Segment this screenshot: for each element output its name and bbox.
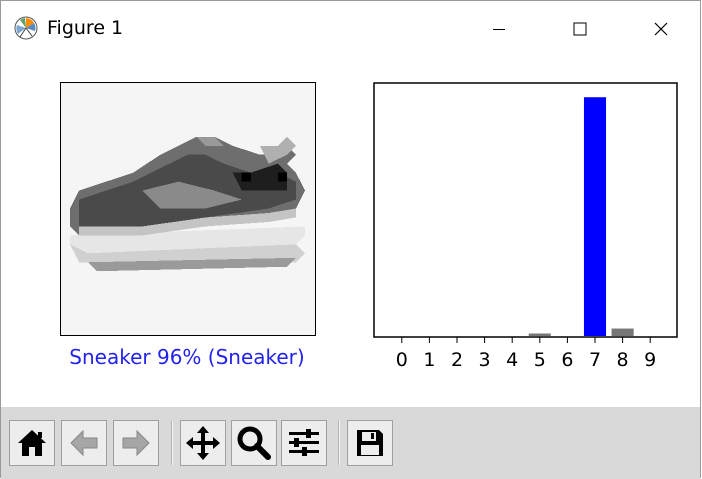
bar-5 [528,333,551,336]
magnifier-icon [237,426,271,460]
x-tick-label-8: 8 [617,349,629,371]
minimize-icon [493,29,505,30]
matplotlib-logo-icon [14,16,38,40]
toolbar-separator [338,421,340,465]
figure-canvas[interactable]: Sneaker 96% (Sneaker) 0123456789 [1,57,700,407]
x-tick-label-9: 9 [644,349,656,371]
back-button[interactable] [61,420,107,466]
x-tick-label-0: 0 [396,349,408,371]
sneaker-image [61,83,314,334]
arrow-left-icon [70,429,98,457]
x-tick-label-5: 5 [534,349,546,371]
figure-window: Figure 1 Sneaker 96% (Sneaker) 0 1 2 3 4… [0,0,701,479]
maximize-icon [573,22,587,36]
close-button[interactable] [638,1,684,57]
save-button[interactable] [347,420,393,466]
navigation-toolbar [1,407,700,479]
arrow-right-icon [122,429,150,457]
move-icon [186,426,220,460]
forward-button[interactable] [113,420,159,466]
subplots-button[interactable] [281,420,327,466]
home-icon [18,430,46,456]
toolbar-separator [171,421,173,465]
x-tick-label-6: 6 [561,349,573,371]
x-tick-label-7: 7 [589,349,601,371]
bar-7 [583,97,607,336]
x-tick-label-2: 2 [451,349,463,371]
zoom-button[interactable] [231,420,277,466]
axes-frame [373,82,678,338]
bar-8 [611,328,634,336]
image-axes [60,82,316,336]
maximize-button[interactable] [557,1,603,57]
bar-chart: 0123456789 [373,82,678,371]
prediction-caption: Sneaker 96% (Sneaker) [69,345,305,369]
x-tick-label-4: 4 [506,349,518,371]
x-tick-label-3: 3 [479,349,491,371]
window-title: Figure 1 [47,17,124,39]
x-tick-label-1: 1 [423,349,435,371]
minimize-button[interactable] [476,1,522,57]
sliders-icon [289,429,319,456]
floppy-disk-icon [357,430,383,456]
close-icon [654,22,668,36]
title-bar[interactable]: Figure 1 [1,1,700,57]
home-button[interactable] [9,420,55,466]
pan-button[interactable] [180,420,226,466]
